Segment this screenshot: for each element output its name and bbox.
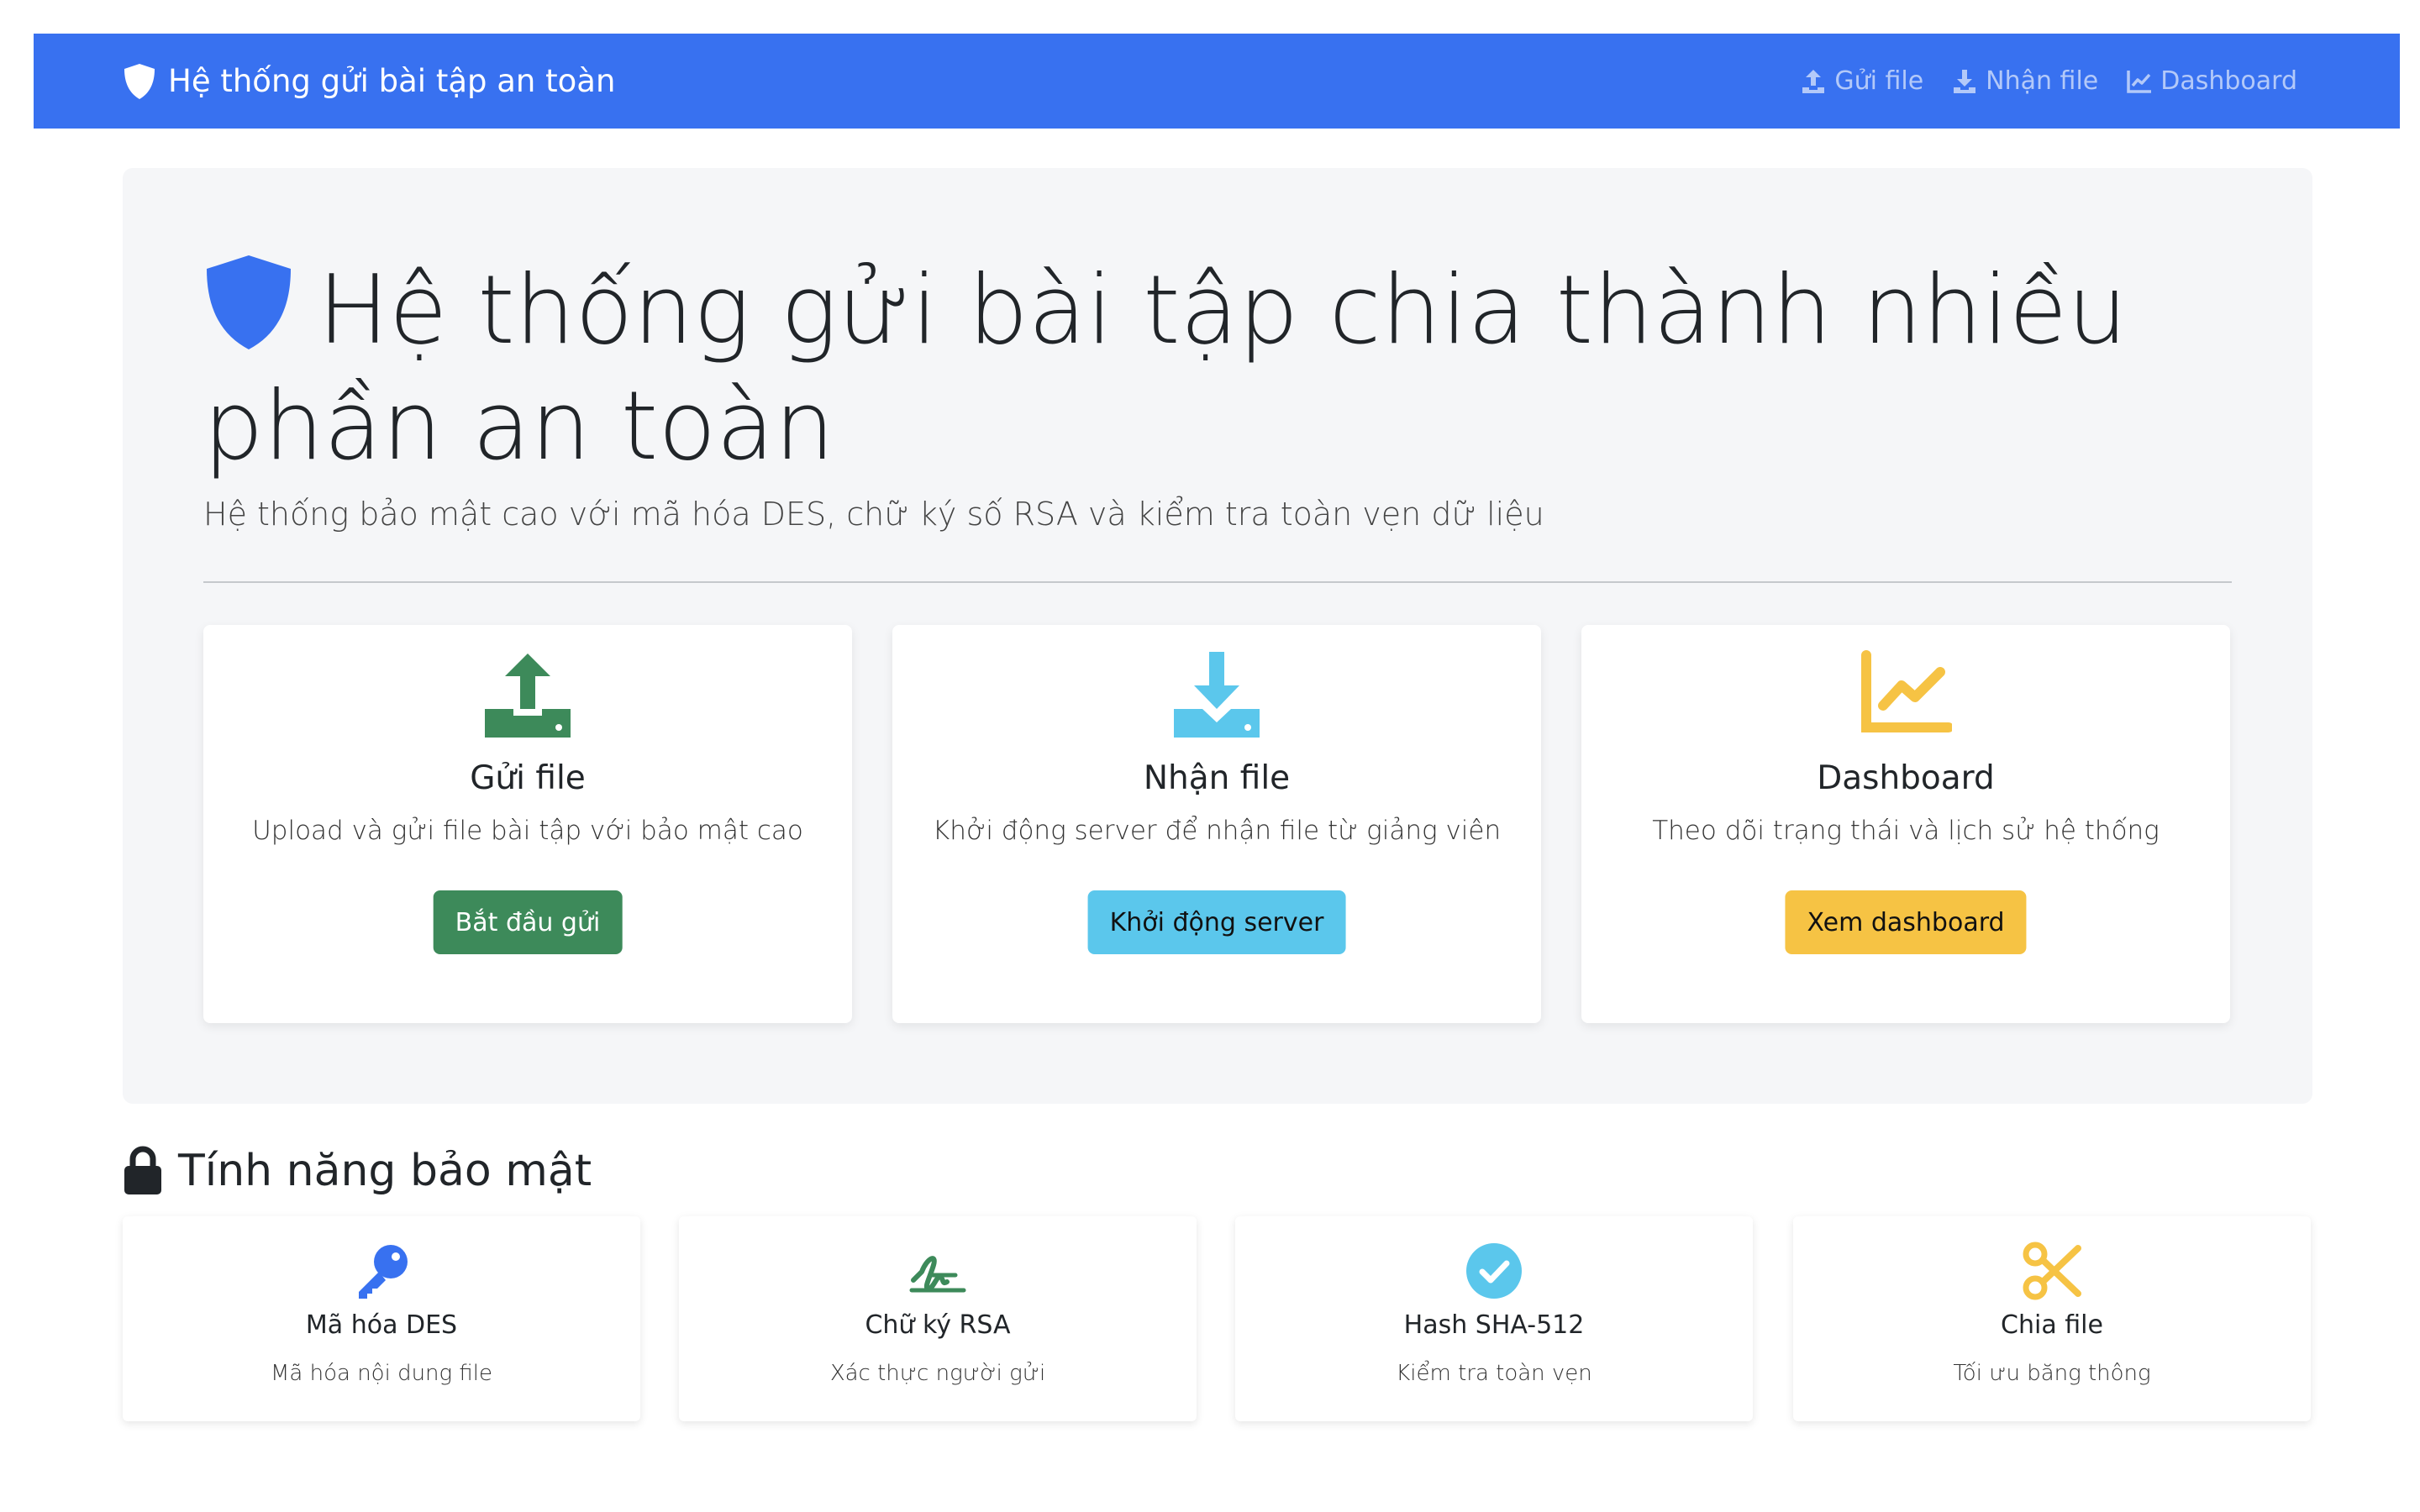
card-text: Upload và gửi file bài tập với bảo mật c… [252, 816, 803, 846]
divider [203, 581, 2232, 583]
shield-icon [207, 255, 291, 349]
feature-title: Chữ ký RSA [865, 1310, 1011, 1340]
card-title: Gửi file [470, 759, 586, 797]
chart-line-icon [1861, 650, 1952, 732]
top-navbar: Hệ thống gửi bài tập an toàn Gửi file Nh… [34, 34, 2400, 129]
feature-rsa: Chữ ký RSA Xác thực người gửi [679, 1216, 1197, 1421]
brand-link[interactable]: Hệ thống gửi bài tập an toàn [123, 34, 615, 129]
page-title-text: Hệ thống gửi bài tập chia thành nhiều ph… [203, 255, 2128, 481]
feature-text: Kiểm tra toàn vẹn [1396, 1361, 1592, 1386]
hero-section: Hệ thống gửi bài tập chia thành nhiều ph… [123, 168, 2312, 1104]
card-title: Nhận file [1143, 759, 1291, 797]
key-icon [359, 1245, 408, 1299]
feature-title: Chia file [2001, 1310, 2103, 1340]
start-server-button[interactable]: Khởi động server [1087, 890, 1346, 954]
card-text: Theo dõi trạng thái và lịch sử hệ thống [1652, 816, 2160, 846]
feature-sha512: Hash SHA-512 Kiểm tra toàn vẹn [1235, 1216, 1753, 1421]
upload-icon [485, 654, 571, 738]
chart-line-icon [2127, 70, 2152, 93]
start-send-button[interactable]: Bắt đầu gửi [433, 890, 623, 954]
signature-icon [909, 1256, 966, 1293]
feature-des: Mã hóa DES Mã hóa nội dung file [123, 1216, 640, 1421]
card-send-file: Gửi file Upload và gửi file bài tập với … [203, 625, 852, 1023]
nav-link-label: Dashboard [2160, 66, 2297, 96]
card-text: Khởi động server để nhận file từ giảng v… [932, 816, 1502, 846]
lock-icon [124, 1146, 161, 1194]
page-subtitle: Hệ thống bảo mật cao với mã hóa DES, chữ… [203, 496, 1544, 533]
download-icon [1174, 652, 1260, 738]
upload-icon [1802, 69, 1825, 93]
page-title: Hệ thống gửi bài tập chia thành nhiều ph… [203, 252, 2237, 484]
shield-icon [124, 63, 155, 99]
nav-link-dashboard[interactable]: Dashboard [2125, 66, 2297, 96]
feature-title: Hash SHA-512 [1403, 1310, 1585, 1340]
nav-link-label: Gửi file [1834, 66, 1924, 96]
check-circle-icon [1466, 1243, 1522, 1299]
brand-label: Hệ thống gửi bài tập an toàn [168, 63, 616, 99]
feature-text: Mã hóa nội dung file [270, 1361, 492, 1386]
card-receive-file: Nhận file Khởi động server để nhận file … [892, 625, 1541, 1023]
nav-links: Gửi file Nhận file Dashboard [1799, 34, 2297, 129]
feature-split: Chia file Tối ưu băng thông [1793, 1216, 2311, 1421]
nav-link-receive[interactable]: Nhận file [1950, 66, 2098, 96]
download-icon [1954, 69, 1976, 93]
card-title: Dashboard [1817, 759, 1995, 797]
section-title-text: Tính năng bảo mật [178, 1146, 592, 1196]
feature-title: Mã hóa DES [305, 1310, 458, 1340]
feature-text: Tối ưu băng thông [1953, 1361, 2151, 1386]
nav-link-label: Nhận file [1986, 66, 2099, 96]
feature-text: Xác thực người gửi [829, 1361, 1046, 1386]
view-dashboard-button[interactable]: Xem dashboard [1785, 890, 2027, 954]
nav-link-send[interactable]: Gửi file [1799, 66, 1923, 96]
card-dashboard: Dashboard Theo dõi trạng thái và lịch sử… [1581, 625, 2230, 1023]
scissors-icon [2023, 1242, 2081, 1300]
security-section-title: Tính năng bảo mật [123, 1146, 592, 1196]
